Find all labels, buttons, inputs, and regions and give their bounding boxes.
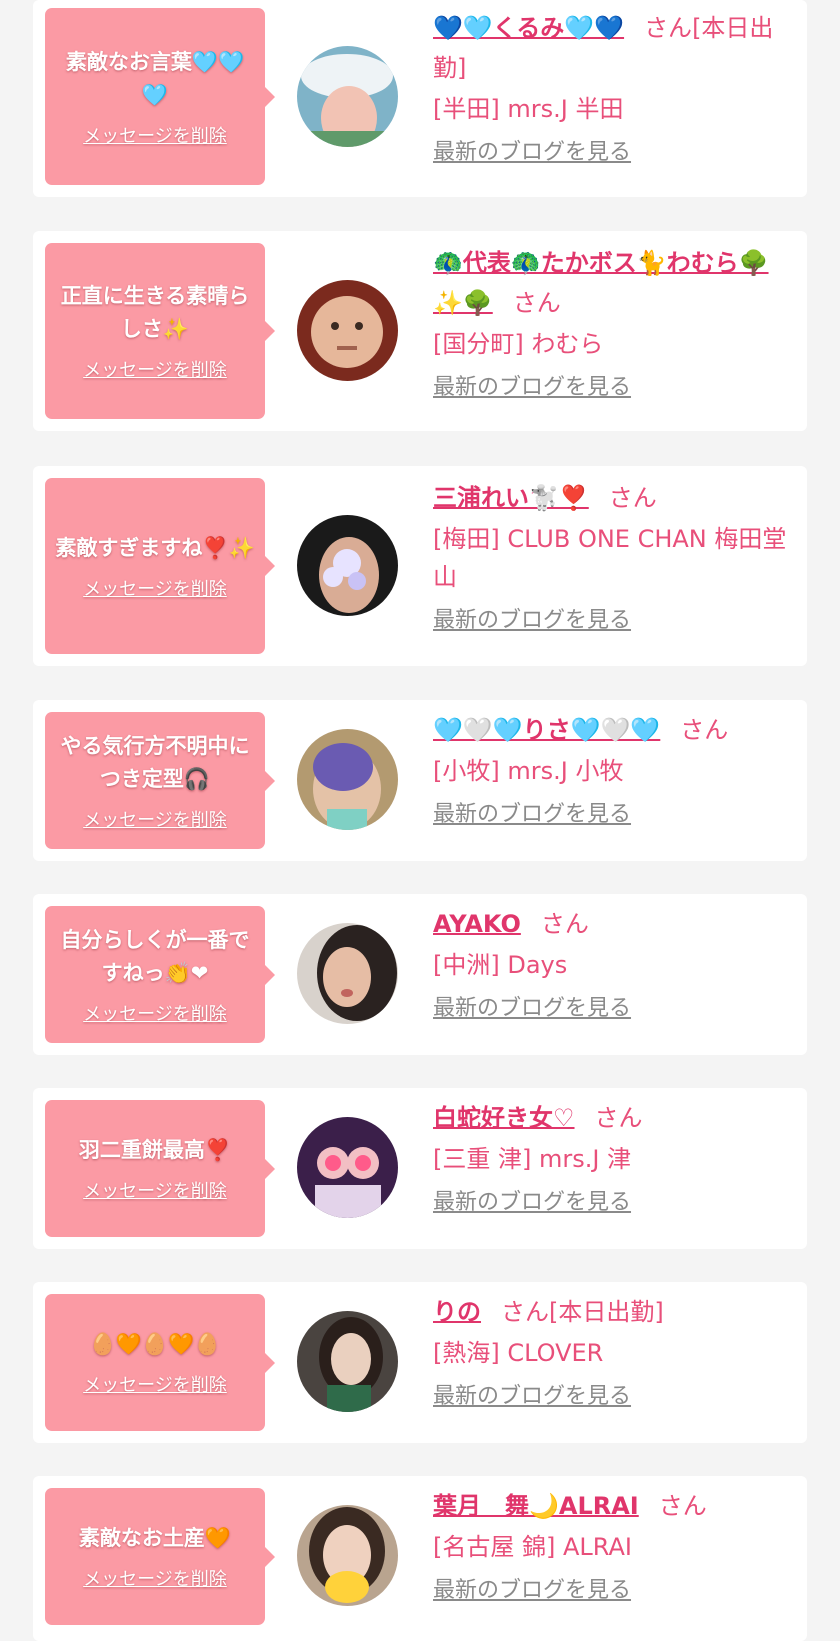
- latest-blog-link[interactable]: 最新のブログを見る: [433, 373, 631, 403]
- cast-name-link[interactable]: 💙🩵くるみ🩵💙: [433, 14, 624, 42]
- latest-blog-link[interactable]: 最新のブログを見る: [433, 1576, 631, 1606]
- shop-name: [国分町] わむら: [433, 330, 604, 358]
- honorific: さん: [512, 289, 561, 317]
- honorific: さん: [501, 1298, 549, 1326]
- message-text: 正直に生きる素晴らしさ✨: [60, 284, 250, 341]
- message-card: 羽二重餅最高❣️ メッセージを削除 白蛇好き女♡ さん [三重 津] mrs.J …: [33, 1088, 807, 1249]
- honorific: さん: [658, 1492, 707, 1520]
- message-card: 素敵すぎますね❣️✨ メッセージを削除 三浦れい🐩❣️ さん [梅田] CLUB …: [33, 466, 807, 666]
- honorific: さん: [540, 910, 589, 938]
- message-bubble: 羽二重餅最高❣️ メッセージを削除: [45, 1100, 275, 1237]
- message-text: やる気行方不明中につき定型🎧: [60, 733, 250, 791]
- message-text: 🥚🧡🥚🧡🥚: [89, 1332, 221, 1356]
- cast-info: りの さん[本日出勤] [熱海] CLOVER 最新のブログを見る: [433, 1292, 798, 1412]
- attendance-status: [本日出勤]: [549, 1298, 664, 1326]
- latest-blog-link[interactable]: 最新のブログを見る: [433, 1382, 631, 1412]
- avatar[interactable]: [297, 1117, 398, 1218]
- message-bubble: 自分らしくが一番ですねっ👏❤ メッセージを削除: [45, 906, 275, 1043]
- message-bubble: 素敵すぎますね❣️✨ メッセージを削除: [45, 478, 275, 654]
- avatar[interactable]: [297, 1505, 398, 1606]
- latest-blog-link[interactable]: 最新のブログを見る: [433, 1188, 631, 1218]
- delete-message-link[interactable]: メッセージを削除: [83, 356, 227, 382]
- cast-name-link[interactable]: 🩵🤍🩵りさ🩵🤍🩵: [433, 716, 660, 744]
- honorific: さん: [594, 1104, 643, 1132]
- message-card: 素敵なお土産🧡 メッセージを削除 葉月 舞🌙ALRAI さん [名古屋 錦] AL…: [33, 1476, 807, 1641]
- cast-info: 白蛇好き女♡ さん [三重 津] mrs.J 津 最新のブログを見る: [433, 1098, 798, 1218]
- message-bubble: 🥚🧡🥚🧡🥚 メッセージを削除: [45, 1294, 275, 1431]
- cast-name-link[interactable]: 葉月 舞🌙ALRAI: [433, 1492, 639, 1520]
- cast-info: 🦚代表🦚たかボス🐈わむら🌳✨🌳 さん [国分町] わむら 最新のブログを見る: [433, 243, 798, 403]
- latest-blog-link[interactable]: 最新のブログを見る: [433, 800, 631, 830]
- message-text: 素敵なお言葉🩵🩵🩵: [65, 49, 245, 107]
- delete-message-link[interactable]: メッセージを削除: [83, 1000, 227, 1026]
- avatar[interactable]: [297, 729, 398, 830]
- message-card: 自分らしくが一番ですねっ👏❤ メッセージを削除 AYAKO さん [中洲] Day…: [33, 894, 807, 1055]
- message-text: 素敵すぎますね❣️✨: [55, 535, 255, 560]
- avatar[interactable]: [297, 515, 398, 616]
- shop-name: [三重 津] mrs.J 津: [433, 1145, 632, 1173]
- shop-name: [名古屋 錦] ALRAI: [433, 1533, 632, 1561]
- latest-blog-link[interactable]: 最新のブログを見る: [433, 606, 631, 636]
- honorific: さん: [644, 14, 693, 42]
- avatar[interactable]: [297, 280, 398, 381]
- delete-message-link[interactable]: メッセージを削除: [83, 806, 227, 832]
- message-card: やる気行方不明中につき定型🎧 メッセージを削除 🩵🤍🩵りさ🩵🤍🩵 さん [小牧] …: [33, 700, 807, 861]
- honorific: さん: [680, 716, 729, 744]
- shop-name: [半田] mrs.J 半田: [433, 95, 624, 123]
- latest-blog-link[interactable]: 最新のブログを見る: [433, 994, 631, 1024]
- cast-info: 葉月 舞🌙ALRAI さん [名古屋 錦] ALRAI 最新のブログを見る: [433, 1486, 798, 1606]
- message-text: 自分らしくが一番ですねっ👏❤: [60, 927, 250, 985]
- cast-info: 🩵🤍🩵りさ🩵🤍🩵 さん [小牧] mrs.J 小牧 最新のブログを見る: [433, 710, 798, 830]
- shop-name: [梅田] CLUB ONE CHAN 梅田堂山: [433, 525, 787, 591]
- avatar[interactable]: [297, 46, 398, 147]
- cast-info: 💙🩵くるみ🩵💙 さん[本日出勤] [半田] mrs.J 半田 最新のブログを見る: [433, 8, 798, 168]
- message-text: 素敵なお土産🧡: [78, 1526, 232, 1550]
- cast-name-link[interactable]: 三浦れい🐩❣️: [433, 484, 589, 512]
- message-card: 正直に生きる素晴らしさ✨ メッセージを削除 🦚代表🦚たかボス🐈わむら🌳✨🌳 さん …: [33, 231, 807, 431]
- delete-message-link[interactable]: メッセージを削除: [83, 1565, 227, 1591]
- delete-message-link[interactable]: メッセージを削除: [83, 122, 227, 148]
- honorific: さん: [608, 484, 657, 512]
- cast-info: 三浦れい🐩❣️ さん [梅田] CLUB ONE CHAN 梅田堂山 最新のブログ…: [433, 478, 798, 636]
- delete-message-link[interactable]: メッセージを削除: [83, 575, 227, 601]
- message-bubble: 正直に生きる素晴らしさ✨ メッセージを削除: [45, 243, 275, 419]
- message-bubble: 素敵なお土産🧡 メッセージを削除: [45, 1488, 275, 1625]
- avatar[interactable]: [297, 1311, 398, 1412]
- message-card: 🥚🧡🥚🧡🥚 メッセージを削除 りの さん[本日出勤] [熱海] CLOVER 最新…: [33, 1282, 807, 1443]
- cast-name-link[interactable]: AYAKO: [433, 910, 521, 938]
- latest-blog-link[interactable]: 最新のブログを見る: [433, 138, 631, 168]
- message-text: 羽二重餅最高❣️: [78, 1138, 232, 1162]
- message-bubble: 素敵なお言葉🩵🩵🩵 メッセージを削除: [45, 8, 275, 185]
- delete-message-link[interactable]: メッセージを削除: [83, 1371, 227, 1397]
- cast-name-link[interactable]: 白蛇好き女♡: [433, 1104, 575, 1132]
- cast-info: AYAKO さん [中洲] Days 最新のブログを見る: [433, 904, 798, 1024]
- cast-name-link[interactable]: りの: [433, 1298, 481, 1326]
- shop-name: [中洲] Days: [433, 951, 568, 979]
- cast-name-link[interactable]: 🦚代表🦚たかボス🐈わむら🌳✨🌳: [433, 249, 769, 317]
- message-bubble: やる気行方不明中につき定型🎧 メッセージを削除: [45, 712, 275, 849]
- delete-message-link[interactable]: メッセージを削除: [83, 1177, 227, 1203]
- shop-name: [熱海] CLOVER: [433, 1339, 604, 1367]
- message-card: 素敵なお言葉🩵🩵🩵 メッセージを削除 💙🩵くるみ🩵💙 さん[本日出勤] [半田] …: [33, 0, 807, 197]
- avatar[interactable]: [297, 923, 398, 1024]
- shop-name: [小牧] mrs.J 小牧: [433, 757, 624, 785]
